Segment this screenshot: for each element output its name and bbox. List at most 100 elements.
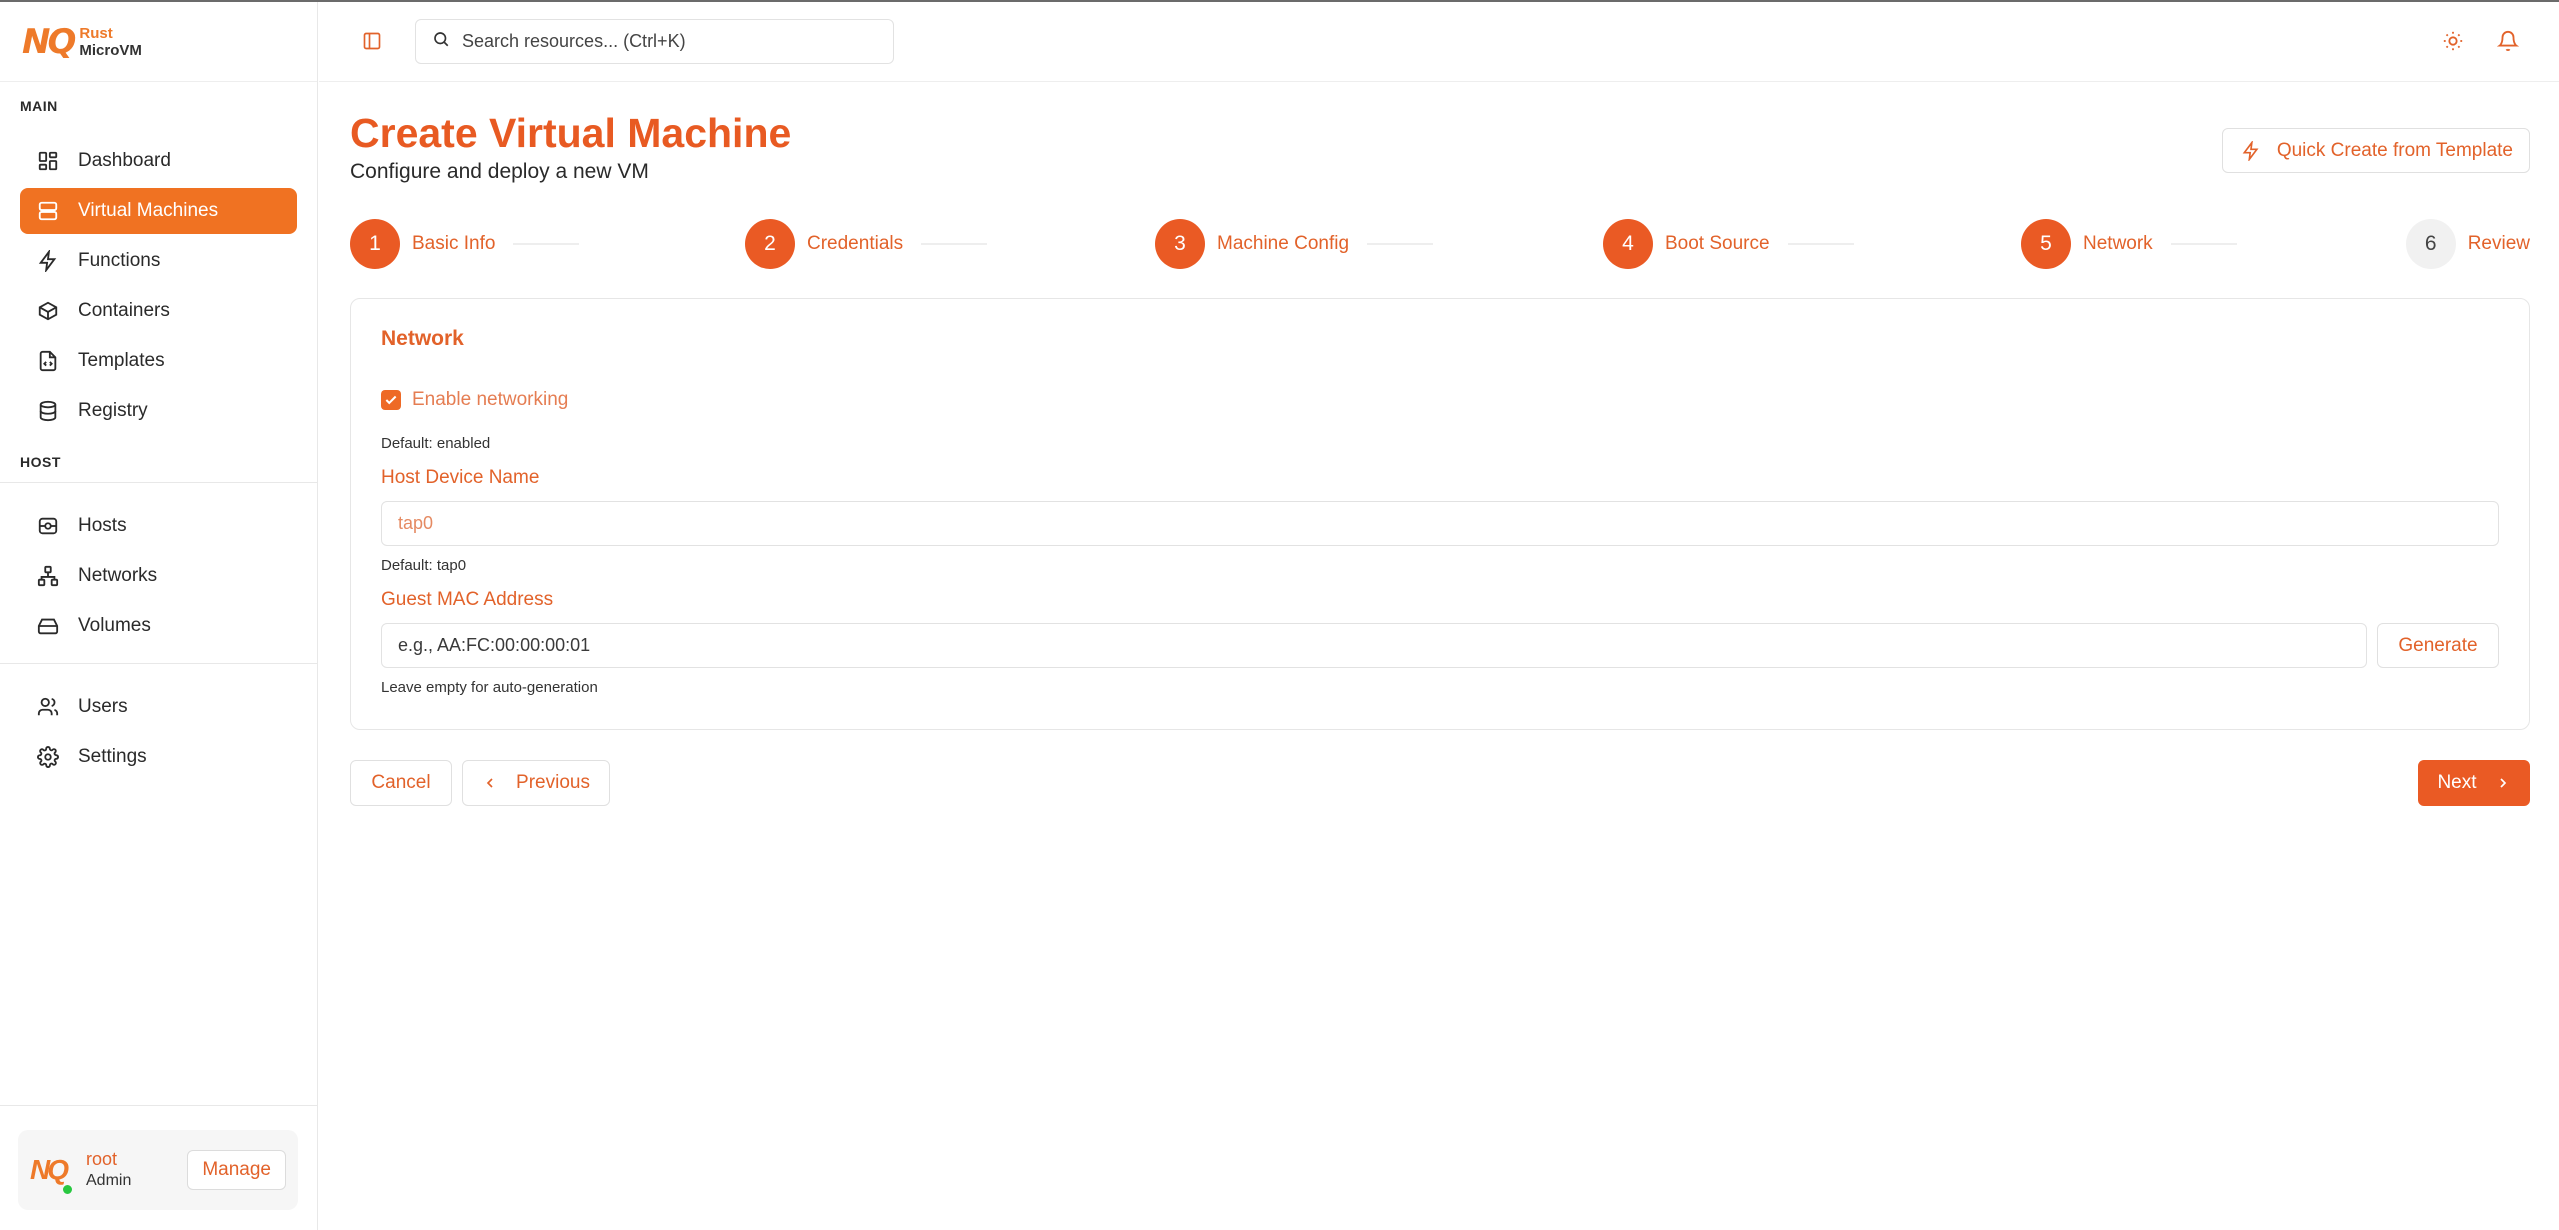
step-label: Boot Source bbox=[1665, 233, 1770, 254]
quick-create-label: Quick Create from Template bbox=[2276, 139, 2513, 161]
sidebar-item-label: Registry bbox=[78, 400, 148, 421]
hard-drive-icon bbox=[36, 614, 60, 638]
topbar bbox=[319, 2, 2559, 82]
step-label: Machine Config bbox=[1217, 233, 1350, 254]
step-label: Network bbox=[2083, 233, 2153, 254]
sidebar-item-label: Functions bbox=[78, 250, 161, 271]
sidebar-item-templates[interactable]: Templates bbox=[20, 338, 297, 384]
cancel-button[interactable]: Cancel bbox=[350, 760, 452, 806]
wizard-stepper: 1 Basic Info 2 Credentials 3 Machine Con… bbox=[350, 218, 2530, 270]
sidebar-item-label: Hosts bbox=[78, 515, 127, 536]
sidebar-toggle-icon[interactable] bbox=[362, 31, 382, 51]
sidebar: NQ Rust MicroVM MAIN Dashboard Virtual M… bbox=[0, 2, 318, 1230]
lightning-icon bbox=[36, 249, 60, 273]
previous-label: Previous bbox=[516, 772, 590, 793]
database-icon bbox=[36, 399, 60, 423]
step-connector bbox=[2170, 243, 2237, 245]
page-title: Create Virtual Machine bbox=[350, 110, 792, 156]
host-device-field[interactable] bbox=[381, 501, 2499, 546]
step-connector bbox=[1367, 243, 1434, 245]
sidebar-item-containers[interactable]: Containers bbox=[20, 288, 297, 334]
chevron-left-icon bbox=[486, 778, 493, 788]
logo-line-1: Rust bbox=[79, 24, 113, 42]
user-card: NQ root Admin Manage bbox=[18, 1130, 298, 1210]
sidebar-item-label: Dashboard bbox=[78, 150, 171, 171]
enable-networking-row[interactable]: Enable networking bbox=[381, 389, 568, 411]
step-label: Basic Info bbox=[412, 233, 496, 254]
sidebar-item-label: Users bbox=[78, 696, 128, 717]
user-role: Admin bbox=[86, 1172, 132, 1189]
mac-address-hint: Leave empty for auto-generation bbox=[381, 679, 598, 696]
page-subtitle: Configure and deploy a new VM bbox=[350, 160, 649, 183]
search-bar[interactable] bbox=[415, 19, 894, 64]
step-number: 3 bbox=[1155, 219, 1205, 269]
card-title: Network bbox=[381, 327, 464, 350]
mac-address-field[interactable] bbox=[381, 623, 2367, 668]
enable-networking-checkbox[interactable] bbox=[381, 390, 401, 410]
lightning-icon bbox=[2242, 140, 2259, 161]
sidebar-item-label: Containers bbox=[78, 300, 170, 321]
network-card: Network Enable networking Default: enabl… bbox=[350, 298, 2530, 730]
host-device-label: Host Device Name bbox=[381, 467, 540, 488]
next-button[interactable]: Next bbox=[2418, 760, 2530, 806]
sidebar-item-registry[interactable]: Registry bbox=[20, 388, 297, 434]
sun-icon[interactable] bbox=[2442, 30, 2464, 52]
step-connector bbox=[1787, 243, 1854, 245]
search-icon bbox=[432, 30, 450, 53]
sidebar-item-virtual-machines[interactable]: Virtual Machines bbox=[20, 188, 297, 234]
logo-text: Rust MicroVM bbox=[79, 25, 142, 59]
step-number: 2 bbox=[745, 219, 795, 269]
step-review[interactable]: 6 Review bbox=[2405, 218, 2530, 270]
sidebar-item-label: Settings bbox=[78, 746, 147, 767]
mac-address-input[interactable] bbox=[398, 635, 2268, 656]
manage-button[interactable]: Manage bbox=[187, 1150, 286, 1190]
sidebar-item-volumes[interactable]: Volumes bbox=[20, 603, 297, 649]
sidebar-item-hosts[interactable]: Hosts bbox=[20, 503, 297, 549]
step-number: 1 bbox=[350, 219, 400, 269]
step-credentials[interactable]: 2 Credentials bbox=[745, 218, 988, 270]
gear-icon bbox=[36, 745, 60, 769]
generate-mac-button[interactable]: Generate bbox=[2377, 623, 2499, 668]
host-device-input[interactable] bbox=[398, 513, 2393, 534]
avatar: NQ bbox=[30, 1150, 74, 1196]
users-icon bbox=[36, 695, 60, 719]
checkmark-icon bbox=[385, 395, 397, 405]
sidebar-item-label: Templates bbox=[78, 350, 165, 371]
chevron-right-icon bbox=[2499, 778, 2506, 788]
file-code-icon bbox=[36, 349, 60, 373]
sidebar-item-dashboard[interactable]: Dashboard bbox=[20, 138, 297, 184]
step-number: 4 bbox=[1603, 219, 1653, 269]
sidebar-item-users[interactable]: Users bbox=[20, 684, 297, 730]
step-basic-info[interactable]: 1 Basic Info bbox=[350, 218, 580, 270]
brand-logo[interactable]: NQ Rust MicroVM bbox=[0, 2, 317, 82]
sidebar-item-label: Networks bbox=[78, 565, 158, 586]
logo-mark: NQ bbox=[22, 21, 76, 62]
sidebar-item-functions[interactable]: Functions bbox=[20, 238, 297, 284]
step-network[interactable]: 5 Network bbox=[2021, 218, 2237, 270]
user-info: root Admin bbox=[86, 1149, 131, 1191]
previous-button[interactable]: Previous bbox=[462, 760, 610, 806]
wizard-actions: Cancel Previous Next bbox=[350, 760, 2530, 806]
mac-address-label: Guest MAC Address bbox=[381, 589, 554, 610]
step-boot-source[interactable]: 4 Boot Source bbox=[1603, 218, 1854, 270]
sidebar-item-networks[interactable]: Networks bbox=[20, 553, 297, 599]
sidebar-item-settings[interactable]: Settings bbox=[20, 734, 297, 780]
step-label: Credentials bbox=[807, 233, 904, 254]
step-machine-config[interactable]: 3 Machine Config bbox=[1155, 218, 1434, 270]
step-connector bbox=[513, 243, 580, 245]
network-icon bbox=[36, 564, 60, 588]
nav-host: Hosts Networks Volumes bbox=[0, 503, 317, 649]
enable-networking-label: Enable networking bbox=[412, 389, 569, 410]
online-status-dot bbox=[61, 1183, 74, 1196]
box-icon bbox=[36, 299, 60, 323]
section-label-main: MAIN bbox=[20, 98, 58, 114]
enable-networking-hint: Default: enabled bbox=[381, 435, 491, 452]
step-connector bbox=[921, 243, 988, 245]
quick-create-button[interactable]: Quick Create from Template bbox=[2221, 128, 2530, 173]
bell-icon[interactable] bbox=[2496, 30, 2520, 52]
search-input[interactable] bbox=[462, 31, 862, 52]
host-device-hint: Default: tap0 bbox=[381, 557, 467, 574]
avatar-mark: NQ bbox=[30, 1154, 69, 1185]
step-number: 5 bbox=[2021, 219, 2071, 269]
sidebar-item-label: Virtual Machines bbox=[78, 200, 219, 221]
